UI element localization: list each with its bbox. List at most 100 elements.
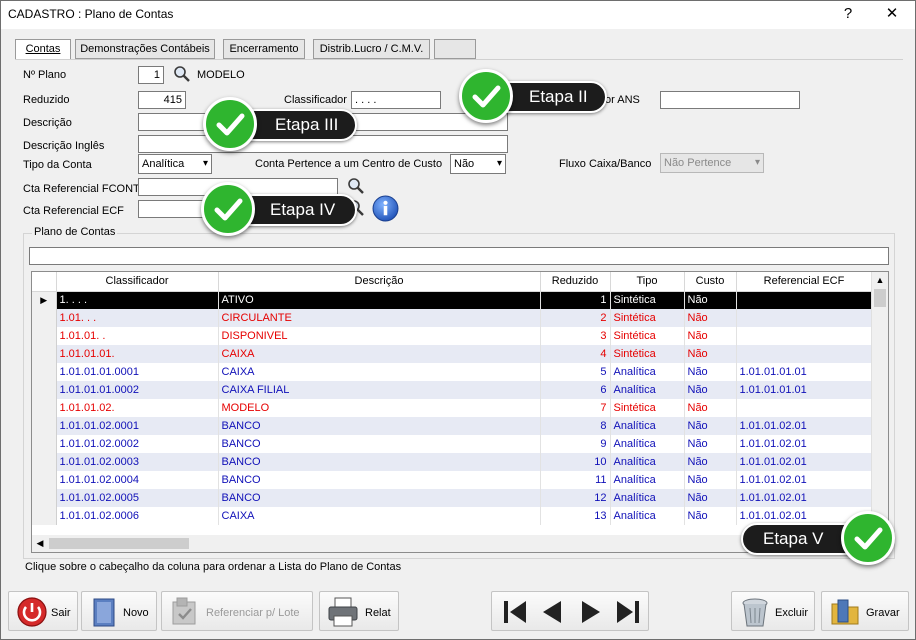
- vertical-scrollbar[interactable]: ▲: [871, 272, 888, 536]
- cell-custo: Não: [684, 507, 737, 525]
- cell-custo: Não: [684, 417, 737, 435]
- cell-tipo: Sintética: [610, 327, 685, 345]
- column-header-tipo[interactable]: Tipo: [610, 272, 685, 292]
- first-record-icon[interactable]: [500, 597, 530, 627]
- table-row[interactable]: 1.01.01.02.0005 BANCO 12 Analítica Não 1.01.0…: [32, 489, 873, 507]
- row-indicator[interactable]: [32, 507, 57, 525]
- check-icon: [841, 511, 895, 565]
- tab-label: Contas: [25, 43, 61, 55]
- tab-demonstracoes-contabeis[interactable]: Demonstrações Contábeis: [75, 39, 215, 59]
- sair-button[interactable]: Sair: [8, 591, 78, 631]
- tab-contas[interactable]: Contas: [15, 39, 71, 60]
- classificador-input[interactable]: . . . .: [351, 91, 441, 109]
- tab-empty[interactable]: [434, 39, 476, 59]
- relat-label: Relat: [365, 607, 391, 619]
- row-indicator[interactable]: [32, 309, 57, 327]
- table-row[interactable]: 1.01.01.02.0004 BANCO 11 Analítica Não 1.01.0…: [32, 471, 873, 489]
- row-indicator[interactable]: [32, 435, 57, 453]
- next-record-icon[interactable]: [576, 597, 606, 627]
- excluir-button[interactable]: Excluir: [731, 591, 815, 631]
- table-row[interactable]: 1.01.01.01.0002 CAIXA FILIAL 6 Analítica Não…: [32, 381, 873, 399]
- cell-descricao: BANCO: [218, 453, 541, 471]
- plano-input[interactable]: 1: [138, 66, 164, 84]
- table-row[interactable]: 1.01.01.02. MODELO 7 Sintética Não: [32, 399, 873, 417]
- row-indicator[interactable]: [32, 381, 57, 399]
- group-title: Plano de Contas: [32, 226, 118, 238]
- table-row[interactable]: 1.01.01.02.0003 BANCO 10 Analítica Não 1.01.0…: [32, 453, 873, 471]
- cell-descricao: BANCO: [218, 435, 541, 453]
- row-indicator[interactable]: [32, 471, 57, 489]
- grid-filter-input[interactable]: [29, 247, 889, 265]
- table-row[interactable]: 1.01. . . CIRCULANTE 2 Sintética Não: [32, 309, 873, 327]
- tab-distrib-lucro[interactable]: Distrib.Lucro / C.M.V.: [313, 39, 430, 59]
- cell-reduzido: 7: [540, 399, 611, 417]
- row-indicator[interactable]: [32, 453, 57, 471]
- ans-input[interactable]: [660, 91, 800, 109]
- last-record-icon[interactable]: [613, 597, 643, 627]
- plano-de-contas-window: CADASTRO : Plano de Contas ? ✕ Contas De…: [0, 0, 916, 640]
- row-indicator[interactable]: ▶: [32, 291, 57, 309]
- table-row[interactable]: 1.01.01.02.0006 CAIXA 13 Analítica Não 1.01.0…: [32, 507, 873, 525]
- centro-custo-label: Conta Pertence a um Centro de Custo: [255, 158, 443, 170]
- column-header-referencial-ecf[interactable]: Referencial ECF: [736, 272, 873, 292]
- row-indicator[interactable]: [32, 363, 57, 381]
- cell-ref: [736, 327, 873, 345]
- help-button[interactable]: ?: [830, 3, 866, 27]
- search-icon[interactable]: [173, 65, 191, 83]
- scroll-left-icon[interactable]: ◀: [32, 535, 48, 552]
- table-row[interactable]: 1.01.01.02.0002 BANCO 9 Analítica Não 1.01.01…: [32, 435, 873, 453]
- vertical-scroll-thumb[interactable]: [874, 289, 886, 307]
- cell-tipo: Analítica: [610, 363, 685, 381]
- reduzido-label: Reduzido: [23, 94, 70, 106]
- centro-custo-value: Não: [454, 158, 475, 170]
- previous-record-icon[interactable]: [537, 597, 567, 627]
- tab-encerramento[interactable]: Encerramento: [223, 39, 305, 59]
- ans-label: or ANS: [605, 94, 640, 106]
- column-header-reduzido[interactable]: Reduzido: [540, 272, 611, 292]
- table-row[interactable]: 1.01.01. . DISPONIVEL 3 Sintética Não: [32, 327, 873, 345]
- cell-classificador: 1.01.01.01.: [56, 345, 219, 363]
- horizontal-scroll-thumb[interactable]: [49, 538, 189, 549]
- gravar-button[interactable]: Gravar: [821, 591, 909, 631]
- cell-reduzido: 13: [540, 507, 611, 525]
- reduzido-input[interactable]: 415: [138, 91, 186, 109]
- row-indicator[interactable]: [32, 345, 57, 363]
- tipo-conta-select[interactable]: Analítica ▾: [138, 154, 212, 174]
- plano-de-contas-grid[interactable]: Classificador Descrição Reduzido Tipo Cu…: [31, 271, 889, 553]
- cell-ref: [736, 291, 873, 309]
- table-row[interactable]: 1.01.01.01.0001 CAIXA 5 Analítica Não 1.01.01…: [32, 363, 873, 381]
- table-row[interactable]: 1.01.01.01. CAIXA 4 Sintética Não: [32, 345, 873, 363]
- search-icon[interactable]: [347, 177, 365, 195]
- title-bar: CADASTRO : Plano de Contas ? ✕: [1, 1, 915, 29]
- column-header-classificador[interactable]: Classificador: [56, 272, 219, 292]
- relat-button[interactable]: Relat: [319, 591, 399, 631]
- save-folder-icon: [831, 599, 859, 625]
- batch-reference-icon: [172, 597, 196, 625]
- centro-custo-select[interactable]: Não ▾: [450, 154, 506, 174]
- cell-descricao: CAIXA: [218, 363, 541, 381]
- referenciar-lote-button[interactable]: Referenciar p/ Lote: [161, 591, 313, 631]
- cell-classificador: 1.01.01.02.0004: [56, 471, 219, 489]
- row-indicator[interactable]: [32, 489, 57, 507]
- table-row[interactable]: 1.01.01.02.0001 BANCO 8 Analítica Não 1.01.01…: [32, 417, 873, 435]
- fluxo-caixa-label: Fluxo Caixa/Banco: [559, 158, 652, 170]
- scroll-up-icon[interactable]: ▲: [872, 272, 888, 288]
- window-title: CADASTRO : Plano de Contas: [8, 7, 174, 21]
- cell-tipo: Analítica: [610, 381, 685, 399]
- row-indicator[interactable]: [32, 327, 57, 345]
- tab-label: Distrib.Lucro / C.M.V.: [319, 43, 424, 55]
- column-header-custo[interactable]: Custo: [684, 272, 737, 292]
- cell-classificador: 1.01. . .: [56, 309, 219, 327]
- row-indicator[interactable]: [32, 417, 57, 435]
- novo-button[interactable]: Novo: [81, 591, 157, 631]
- close-button[interactable]: ✕: [874, 3, 910, 27]
- cell-classificador: 1.01.01.02.0003: [56, 453, 219, 471]
- chevron-down-icon: ▾: [754, 157, 760, 168]
- cell-descricao: MODELO: [218, 399, 541, 417]
- callout-etapa-4-label: Etapa IV: [270, 200, 336, 219]
- column-header-descricao[interactable]: Descrição: [218, 272, 541, 292]
- info-icon[interactable]: [372, 195, 399, 222]
- table-row[interactable]: ▶ 1. . . . ATIVO 1 Sintética Não: [32, 291, 873, 309]
- row-indicator[interactable]: [32, 399, 57, 417]
- cell-classificador: 1.01.01.02.0005: [56, 489, 219, 507]
